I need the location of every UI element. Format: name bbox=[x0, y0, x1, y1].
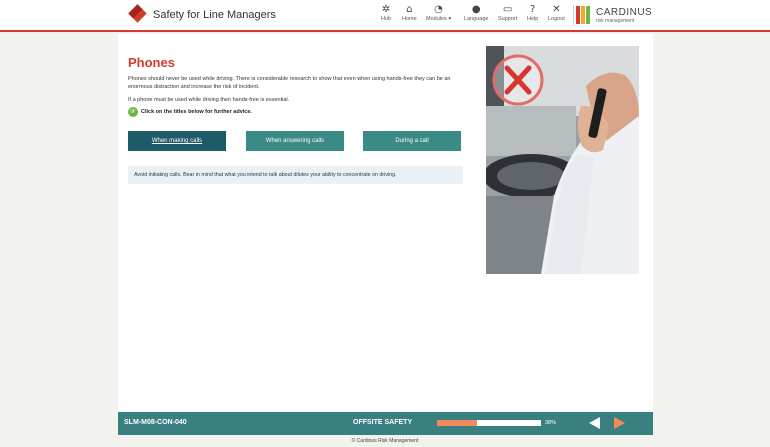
globe-icon: ● bbox=[471, 4, 481, 15]
dashboard-icon: ◔ bbox=[434, 4, 443, 15]
tab-when-answering-calls[interactable]: When answering calls bbox=[246, 131, 344, 151]
section-title: OFFSITE SAFETY bbox=[353, 419, 413, 426]
nav-help-label: Help bbox=[527, 16, 539, 22]
top-bar: Safety for Line Managers ✲ Hub ⌂ Home ◔ … bbox=[0, 0, 770, 32]
brand-bars-icon bbox=[576, 6, 592, 24]
home-icon: ⌂ bbox=[406, 4, 413, 15]
nav-home-label: Home bbox=[402, 16, 417, 22]
content-panel: Phones Phones should never be used while… bbox=[118, 34, 653, 412]
tab-when-making-calls[interactable]: When making calls bbox=[128, 131, 226, 151]
nav-hub[interactable]: ✲ Hub bbox=[381, 4, 391, 22]
nav-home[interactable]: ⌂ Home bbox=[402, 4, 417, 22]
nav-logout[interactable]: ✕ Logout bbox=[548, 4, 565, 22]
screen-code: SLM-M08-CON-040 bbox=[124, 419, 187, 426]
pointer-icon: ☞ bbox=[128, 107, 138, 117]
driver-on-phone-image bbox=[486, 46, 639, 274]
page-title: Phones bbox=[128, 55, 175, 70]
help-icon: ? bbox=[530, 4, 536, 15]
nav-language[interactable]: ● Language bbox=[464, 4, 488, 22]
intro-paragraph: Phones should never be used while drivin… bbox=[128, 76, 451, 90]
nav-logout-label: Logout bbox=[548, 16, 565, 22]
instruction-text: Click on the titles below for further ad… bbox=[141, 109, 252, 115]
app-logo-icon bbox=[128, 4, 147, 23]
chat-icon: ▭ bbox=[502, 4, 513, 15]
copyright-text: © Cardinus Risk Management bbox=[351, 438, 419, 444]
tab-during-a-call[interactable]: During a call bbox=[363, 131, 461, 151]
brand-name: CARDINUS bbox=[596, 7, 653, 18]
nav-divider bbox=[573, 5, 574, 25]
nav-modules[interactable]: ◔ Modules ▾ bbox=[426, 4, 451, 22]
progress-bar bbox=[437, 420, 541, 426]
progress-percent: 38% bbox=[545, 420, 557, 426]
instruction-hint: ☞ Click on the titles below for further … bbox=[128, 107, 252, 117]
footer-bar: SLM-M08-CON-040 OFFSITE SAFETY 38% bbox=[118, 412, 653, 435]
brand-subtitle: risk management bbox=[596, 18, 635, 24]
previous-arrow-icon[interactable] bbox=[589, 417, 600, 429]
nav-language-label: Language bbox=[464, 16, 489, 22]
next-arrow-icon[interactable] bbox=[614, 417, 625, 429]
nav-hub-label: Hub bbox=[381, 16, 392, 22]
close-icon: ✕ bbox=[552, 4, 561, 15]
progress-fill bbox=[437, 420, 477, 426]
app-title: Safety for Line Managers bbox=[153, 9, 276, 21]
nav-support[interactable]: ▭ Support bbox=[498, 4, 517, 22]
nav-support-label: Support bbox=[498, 16, 518, 22]
nav-modules-label: Modules ▾ bbox=[426, 16, 452, 22]
nav-help[interactable]: ? Help bbox=[527, 4, 538, 22]
handsfree-paragraph: If a phone must be used while driving th… bbox=[128, 97, 290, 103]
tab-content: Avoid initiating calls. Bear in mind tha… bbox=[128, 166, 463, 184]
hub-icon: ✲ bbox=[381, 4, 391, 15]
